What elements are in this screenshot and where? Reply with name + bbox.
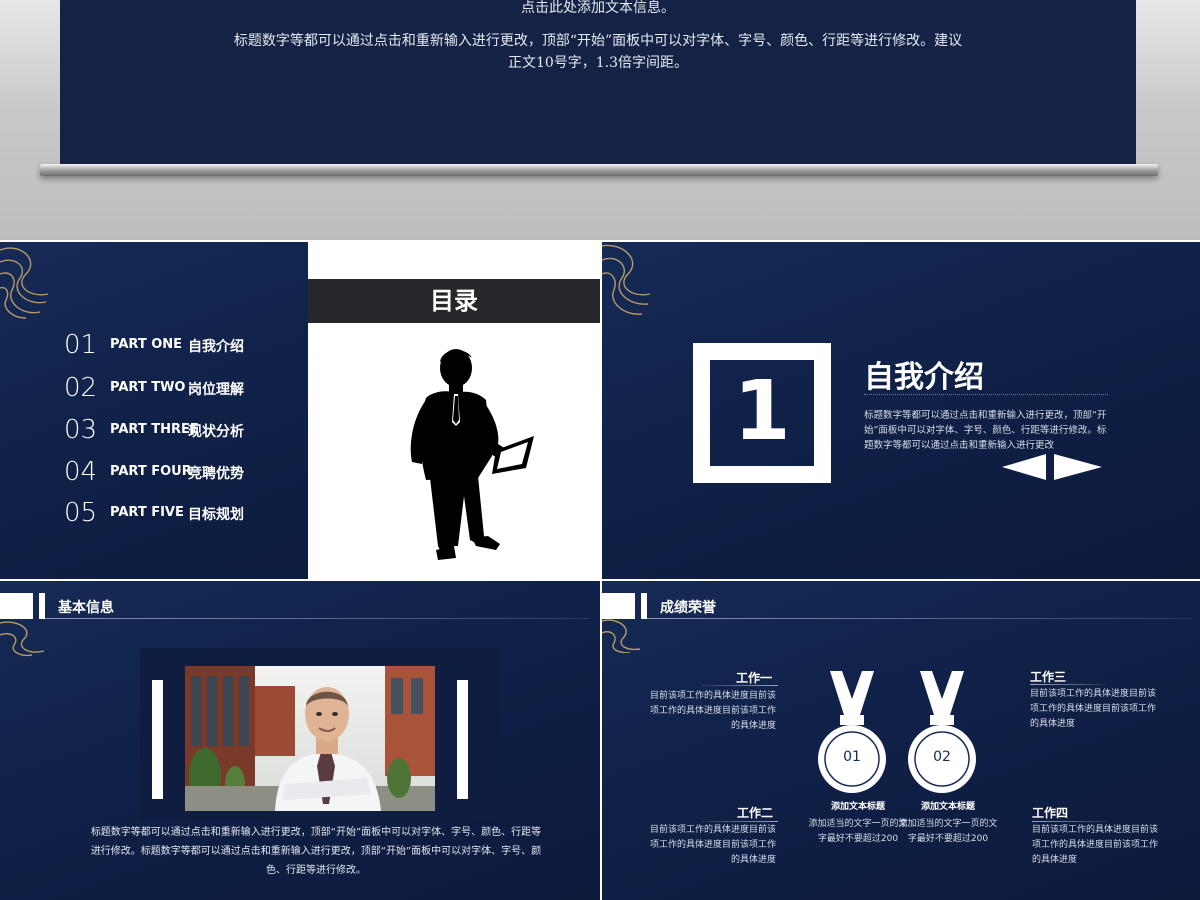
toc-part-label: PART TWO <box>110 380 186 395</box>
section-number-box: 1 <box>693 343 831 483</box>
header-rule <box>647 618 1192 619</box>
gold-swirl-decoration <box>602 244 651 315</box>
medal-2-caption-body: 添加适当的文字一页的文字最好不要超过200 <box>898 819 998 844</box>
toc-title: 竞聘优势 <box>188 466 244 482</box>
toc-part-label: PART FIVE <box>110 505 184 520</box>
header-rule <box>45 618 590 619</box>
toc-image-panel: 目录 <box>308 242 600 579</box>
toc-number: 01 <box>64 330 98 360</box>
toc-part-label: PART FOUR <box>110 464 192 479</box>
intro-title[interactable]: 自我介绍 <box>864 352 984 396</box>
work-2-rule <box>702 821 778 822</box>
profile-photo[interactable] <box>185 666 435 811</box>
work-3-title[interactable]: 工作三 <box>1030 668 1066 685</box>
work-2-title[interactable]: 工作二 <box>737 804 773 821</box>
medal-2[interactable]: 02 <box>906 669 978 799</box>
toc-title: 自我介绍 <box>188 339 244 355</box>
header-block <box>0 593 33 619</box>
basic-body-line-1: 标题数字等都可以通过点击和重新输入进行更改，顶部“开始”面板中可以对字体、字号、… <box>90 827 542 838</box>
work-4-body[interactable]: 目前该项工作的具体进度目前该项工作的具体进度目前该项工作的具体进度 <box>1032 823 1162 868</box>
medal-2-number: 02 <box>933 749 951 765</box>
top-text-line-2[interactable]: 标题数字等都可以通过点击和重新输入进行更改，顶部“开始”面板中可以对字体、字号、… <box>60 30 1136 52</box>
header-block-thin <box>39 593 45 619</box>
gold-swirl-decoration <box>602 619 641 653</box>
work-1-rule <box>702 685 778 686</box>
gold-swirl-decoration <box>0 247 49 319</box>
basic-body-line-2: 进行修改。标题数字等都可以通过点击和重新输入进行更改，顶部“开始”面板中可以对字… <box>90 846 542 857</box>
toc-header[interactable]: 目录 <box>308 279 600 323</box>
accent-bar-left <box>152 680 163 799</box>
slide-self-intro[interactable]: 1 自我介绍 标题数字等都可以通过点击和重新输入进行更改，顶部“开始”面板中可以… <box>602 242 1200 579</box>
work-3-rule <box>1030 684 1106 685</box>
accent-bar-right <box>457 680 468 799</box>
businessman-silhouette-icon <box>410 349 534 560</box>
toc-title: 岗位理解 <box>188 382 244 398</box>
work-1-body[interactable]: 目前该项工作的具体进度目前该项工作的具体进度目前该项工作的具体进度 <box>646 689 776 734</box>
top-text-line-1[interactable]: 点击此处添加文本信息。 <box>60 0 1136 19</box>
basic-info-body[interactable]: 标题数字等都可以通过点击和重新输入进行更改，顶部“开始”面板中可以对字体、字号、… <box>76 823 556 880</box>
section-header-label[interactable]: 基本信息 <box>58 597 114 617</box>
medal-1-number: 01 <box>843 749 861 765</box>
medal-1[interactable]: 01 <box>816 669 888 799</box>
work-4-rule <box>1032 821 1108 822</box>
silver-bar <box>40 164 1158 176</box>
work-3-body[interactable]: 目前该项工作的具体进度目前该项工作的具体进度目前该项工作的具体进度 <box>1030 687 1160 732</box>
section-number[interactable]: 1 <box>710 360 814 466</box>
double-arrow-icon <box>1002 454 1102 480</box>
medal-1-caption[interactable]: 添加文本标题 添加适当的文字一页的文字最好不要超过200 <box>808 800 908 847</box>
slide-honors[interactable]: 成绩荣誉 工作一 目前该项工作的具体进度目前该项工作的具体进度目前该项工作的具体… <box>602 581 1200 900</box>
slide-basic-info[interactable]: 基本信息 标题数字等都可以通过点击和重新输入进行更改，顶部“开始”面板中可以对字… <box>0 581 600 900</box>
medal-2-caption-title: 添加文本标题 <box>920 802 975 812</box>
medal-1-caption-body: 添加适当的文字一页的文字最好不要超过200 <box>808 819 908 844</box>
toc-number: 02 <box>64 373 98 403</box>
slide-table-of-contents[interactable]: 01 PART ONE 自我介绍 02 PART TWO 岗位理解 03 PAR… <box>0 242 600 579</box>
toc-number: 03 <box>64 415 98 445</box>
top-text-card: 点击此处添加文本信息。 标题数字等都可以通过点击和重新输入进行更改，顶部“开始”… <box>60 0 1136 165</box>
toc-title: 目标规划 <box>188 507 244 523</box>
top-text-line-3[interactable]: 正文10号字，1.3倍字间距。 <box>60 52 1136 74</box>
header-block-thin <box>641 593 647 619</box>
profile-photo-image <box>185 666 435 811</box>
work-1-title[interactable]: 工作一 <box>736 669 772 686</box>
header-block <box>602 593 635 619</box>
medal-icon <box>818 671 886 793</box>
medal-2-caption[interactable]: 添加文本标题 添加适当的文字一页的文字最好不要超过200 <box>898 800 998 847</box>
intro-body-text[interactable]: 标题数字等都可以通过点击和重新输入进行更改，顶部“开始”面板中可以对字体、字号、… <box>864 408 1114 453</box>
basic-body-line-3: 色、行距等进行修改。 <box>266 865 366 876</box>
section-header-label[interactable]: 成绩荣誉 <box>660 597 716 617</box>
top-banner-area: 点击此处添加文本信息。 标题数字等都可以通过点击和重新输入进行更改，顶部“开始”… <box>0 0 1200 240</box>
toc-part-label: PART THREE <box>110 422 199 437</box>
gold-swirl-decoration <box>0 621 45 657</box>
toc-part-label: PART ONE <box>110 337 183 352</box>
medal-icon <box>908 671 976 793</box>
toc-title: 现状分析 <box>188 424 244 440</box>
work-2-body[interactable]: 目前该项工作的具体进度目前该项工作的具体进度目前该项工作的具体进度 <box>646 823 776 868</box>
toc-number: 05 <box>64 498 98 528</box>
section-header: 基本信息 <box>0 593 600 619</box>
toc-number: 04 <box>64 457 98 487</box>
section-header: 成绩荣誉 <box>602 593 1200 619</box>
work-4-title[interactable]: 工作四 <box>1032 804 1068 821</box>
intro-divider <box>864 394 1108 395</box>
medal-1-caption-title: 添加文本标题 <box>830 802 885 812</box>
